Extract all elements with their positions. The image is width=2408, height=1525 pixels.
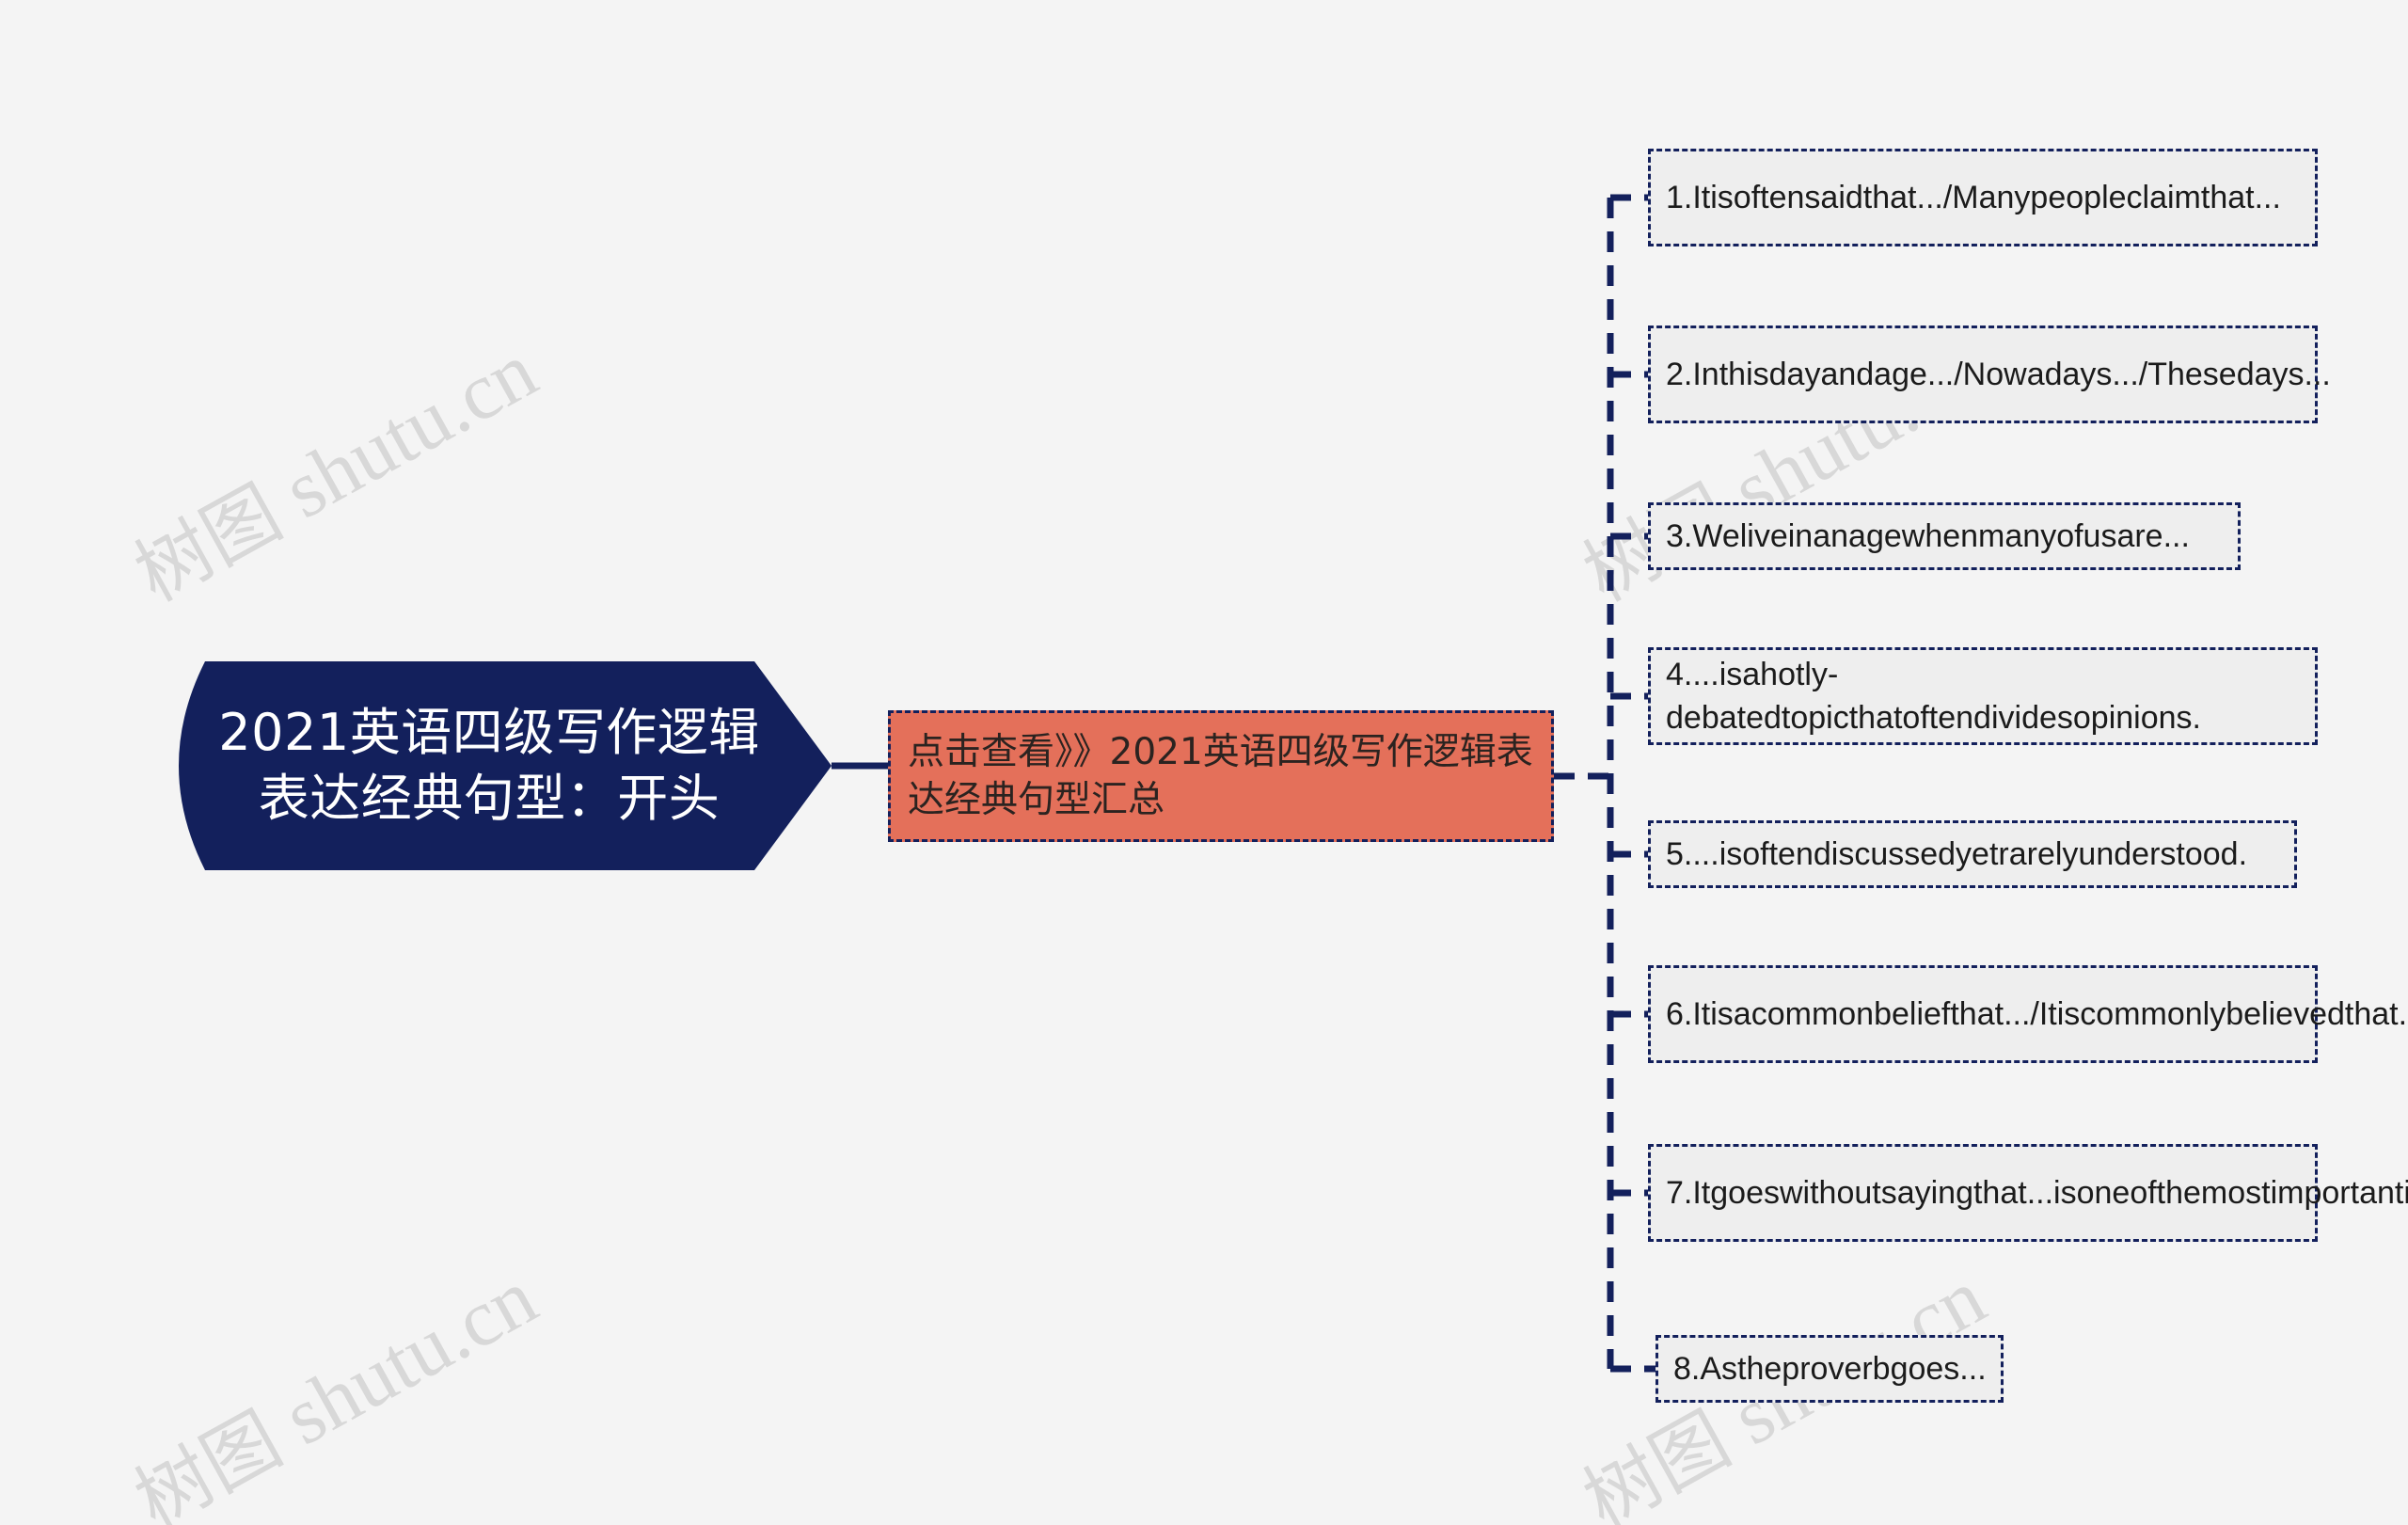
leaf-node-7[interactable]: 7.Itgoeswithoutsayingthat...isoneofthemo… <box>1648 1144 2408 1242</box>
leaf-node-label: 1.Itisoftensaidthat.../Manypeopleclaimth… <box>1666 179 2281 215</box>
root-node[interactable]: 2021英语四级写作逻辑表达经典句型：开头 <box>152 661 832 870</box>
watermark-latin-text: shutu.cn <box>269 1250 551 1463</box>
watermark: 树图 shutu.cn <box>113 312 553 623</box>
leaf-node-5[interactable]: 5....isoftendiscussedyetrarelyunderstood… <box>1648 820 2297 888</box>
leaf-node-label: 7.Itgoeswithoutsayingthat...isoneofthemo… <box>1666 1174 2408 1211</box>
watermark-cjk-text: 树图 <box>120 1395 295 1525</box>
leaf-node-4[interactable]: 4....isahotly-debatedtopicthatoftendivid… <box>1648 647 2318 745</box>
leaf-node-2[interactable]: 2.Inthisdayandage.../Nowadays.../Theseda… <box>1648 326 2331 423</box>
watermark-cjk-text: 树图 <box>1569 1395 1744 1525</box>
leaf-node-label: 6.Itisacommonbeliefthat.../Itiscommonlyb… <box>1666 995 2408 1032</box>
watermark-latin-text: shutu.cn <box>269 324 551 536</box>
leaf-node-label: 8.Astheproverbgoes... <box>1673 1350 1987 1387</box>
branch-node-label: 点击查看》》2021英语四级写作逻辑表达经典句型汇总 <box>908 730 1533 821</box>
leaf-node-label: 2.Inthisdayandage.../Nowadays.../Theseda… <box>1666 356 2331 392</box>
mindmap-canvas: 树图 shutu.cn 树图 shutu.cn 树图 shutu.cn 树图 s… <box>0 0 2408 1525</box>
leaf-node-label: 4....isahotly-debatedtopicthatoftendivid… <box>1666 656 2201 736</box>
watermark-cjk-text: 树图 <box>120 469 295 619</box>
leaf-node-3[interactable]: 3.Weliveinanagewhenmanyofusare... <box>1648 502 2241 570</box>
leaf-node-8[interactable]: 8.Astheproverbgoes... <box>1656 1335 2004 1403</box>
watermark: 树图 shutu.cn <box>113 1239 553 1525</box>
leaf-node-6[interactable]: 6.Itisacommonbeliefthat.../Itiscommonlyb… <box>1648 965 2408 1063</box>
leaf-node-1[interactable]: 1.Itisoftensaidthat.../Manypeopleclaimth… <box>1648 149 2318 246</box>
branch-node-link[interactable]: 点击查看》》2021英语四级写作逻辑表达经典句型汇总 <box>888 710 1554 842</box>
root-node-label: 2021英语四级写作逻辑表达经典句型：开头 <box>218 702 760 828</box>
leaf-node-label: 5....isoftendiscussedyetrarelyunderstood… <box>1666 835 2248 872</box>
leaf-node-label: 3.Weliveinanagewhenmanyofusare... <box>1666 517 2190 554</box>
